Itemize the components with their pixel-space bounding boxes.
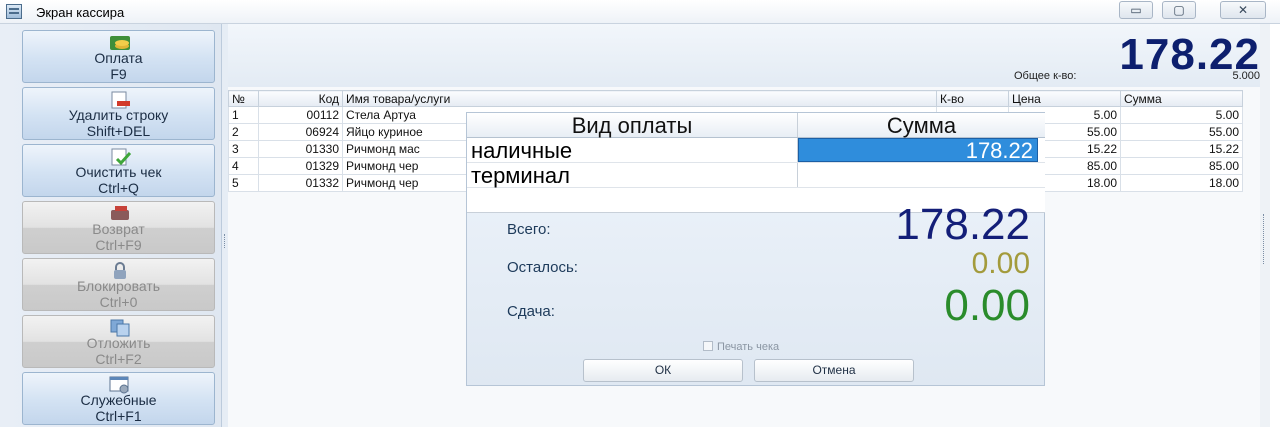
cell-code: 01329 [258,157,343,175]
service-shortcut: Ctrl+F1 [95,408,142,424]
clear-receipt-shortcut: Ctrl+Q [98,180,139,196]
change-value: 0.00 [944,281,1030,330]
print-receipt-checkbox[interactable] [703,341,713,351]
window-title: Экран кассира [36,5,125,20]
total-value: 178.22 [895,200,1030,249]
cell-number: 2 [228,123,259,141]
cell-number: 4 [228,157,259,175]
total-qty: 5.000 [1232,70,1260,82]
payment-methods-table: Вид оплаты Сумма наличные 178.22 термина… [467,113,1045,213]
lock-button[interactable]: Блокировать Ctrl+0 [22,258,215,311]
cell-sum: 55.00 [1120,123,1243,141]
delete-row-shortcut: Shift+DEL [86,123,151,139]
return-button[interactable]: Возврат Ctrl+F9 [22,201,215,254]
col-code[interactable]: Код [258,90,343,107]
cell-code: 00112 [258,106,343,124]
payment-shortcut: F9 [110,66,127,82]
payment-label: Оплата [94,50,143,66]
col-qty[interactable]: К-во [936,90,1009,107]
close-button[interactable]: ✕ [1220,1,1266,19]
payment-amount-header: Сумма [886,113,957,138]
payment-table-header: Вид оплаты Сумма [467,113,1045,138]
cancel-button[interactable]: Отмена [754,359,914,382]
cell-number: 5 [228,174,259,192]
total-panel: 178.22 Общее к-во: 5.000 [228,24,1270,87]
delete-row-button[interactable]: Удалить строку Shift+DEL [22,87,215,140]
payment-method-row[interactable]: наличные 178.22 [467,138,1045,163]
left-action-panel: Оплата F9 Удалить строку Shift+DEL Очист… [0,24,222,427]
payment-amount-cell[interactable] [798,163,1038,187]
payment-method-name: наличные [467,138,798,163]
cell-code: 01332 [258,174,343,192]
change-label: Сдача: [507,303,555,320]
col-price[interactable]: Цена [1008,90,1121,107]
lock-label: Блокировать [76,278,161,294]
payment-method-row[interactable]: терминал [467,163,1045,188]
service-label: Служебные [80,392,157,408]
cell-code: 06924 [258,123,343,141]
maximize-button[interactable]: ▢ [1162,1,1196,19]
payment-method-name: терминал [467,163,798,188]
cell-number: 3 [228,140,259,158]
service-button[interactable]: Служебные Ctrl+F1 [22,372,215,425]
clear-receipt-label: Очистить чек [75,164,162,180]
delete-row-label: Удалить строку [68,107,169,123]
title-bar: Экран кассира ▭ ▢ ✕ [0,0,1280,24]
payment-type-header: Вид оплаты [467,113,798,138]
print-receipt-option[interactable]: Печать чека [703,341,779,353]
cell-sum: 15.22 [1120,140,1243,158]
ok-button[interactable]: ОК [583,359,743,382]
total-label: Всего: [507,221,551,238]
cell-number: 1 [228,106,259,124]
cell-sum: 5.00 [1120,106,1243,124]
cell-sum: 18.00 [1120,174,1243,192]
lock-shortcut: Ctrl+0 [99,294,138,310]
total-qty-label: Общее к-во: [1014,70,1077,82]
vertical-splitter[interactable] [1260,24,1270,427]
col-sum[interactable]: Сумма [1120,90,1243,107]
clear-receipt-button[interactable]: Очистить чек Ctrl+Q [22,144,215,197]
payment-dialog: Вид оплаты Сумма наличные 178.22 термина… [466,112,1045,386]
app-icon [6,4,22,19]
col-name[interactable]: Имя товара/услуги [342,90,937,107]
print-receipt-label: Печать чека [717,341,780,353]
minimize-button[interactable]: ▭ [1119,1,1153,19]
postpone-shortcut: Ctrl+F2 [95,351,142,367]
cell-code: 01330 [258,140,343,158]
return-label: Возврат [92,221,145,237]
cell-sum: 85.00 [1120,157,1243,175]
payment-button[interactable]: Оплата F9 [22,30,215,83]
remaining-value: 0.00 [971,247,1030,280]
col-number[interactable]: № [228,90,259,107]
payment-amount-cell[interactable]: 178.22 [798,138,1038,162]
postpone-button[interactable]: Отложить Ctrl+F2 [22,315,215,368]
return-shortcut: Ctrl+F9 [95,237,142,253]
postpone-label: Отложить [86,335,151,351]
remaining-label: Осталось: [507,259,578,276]
